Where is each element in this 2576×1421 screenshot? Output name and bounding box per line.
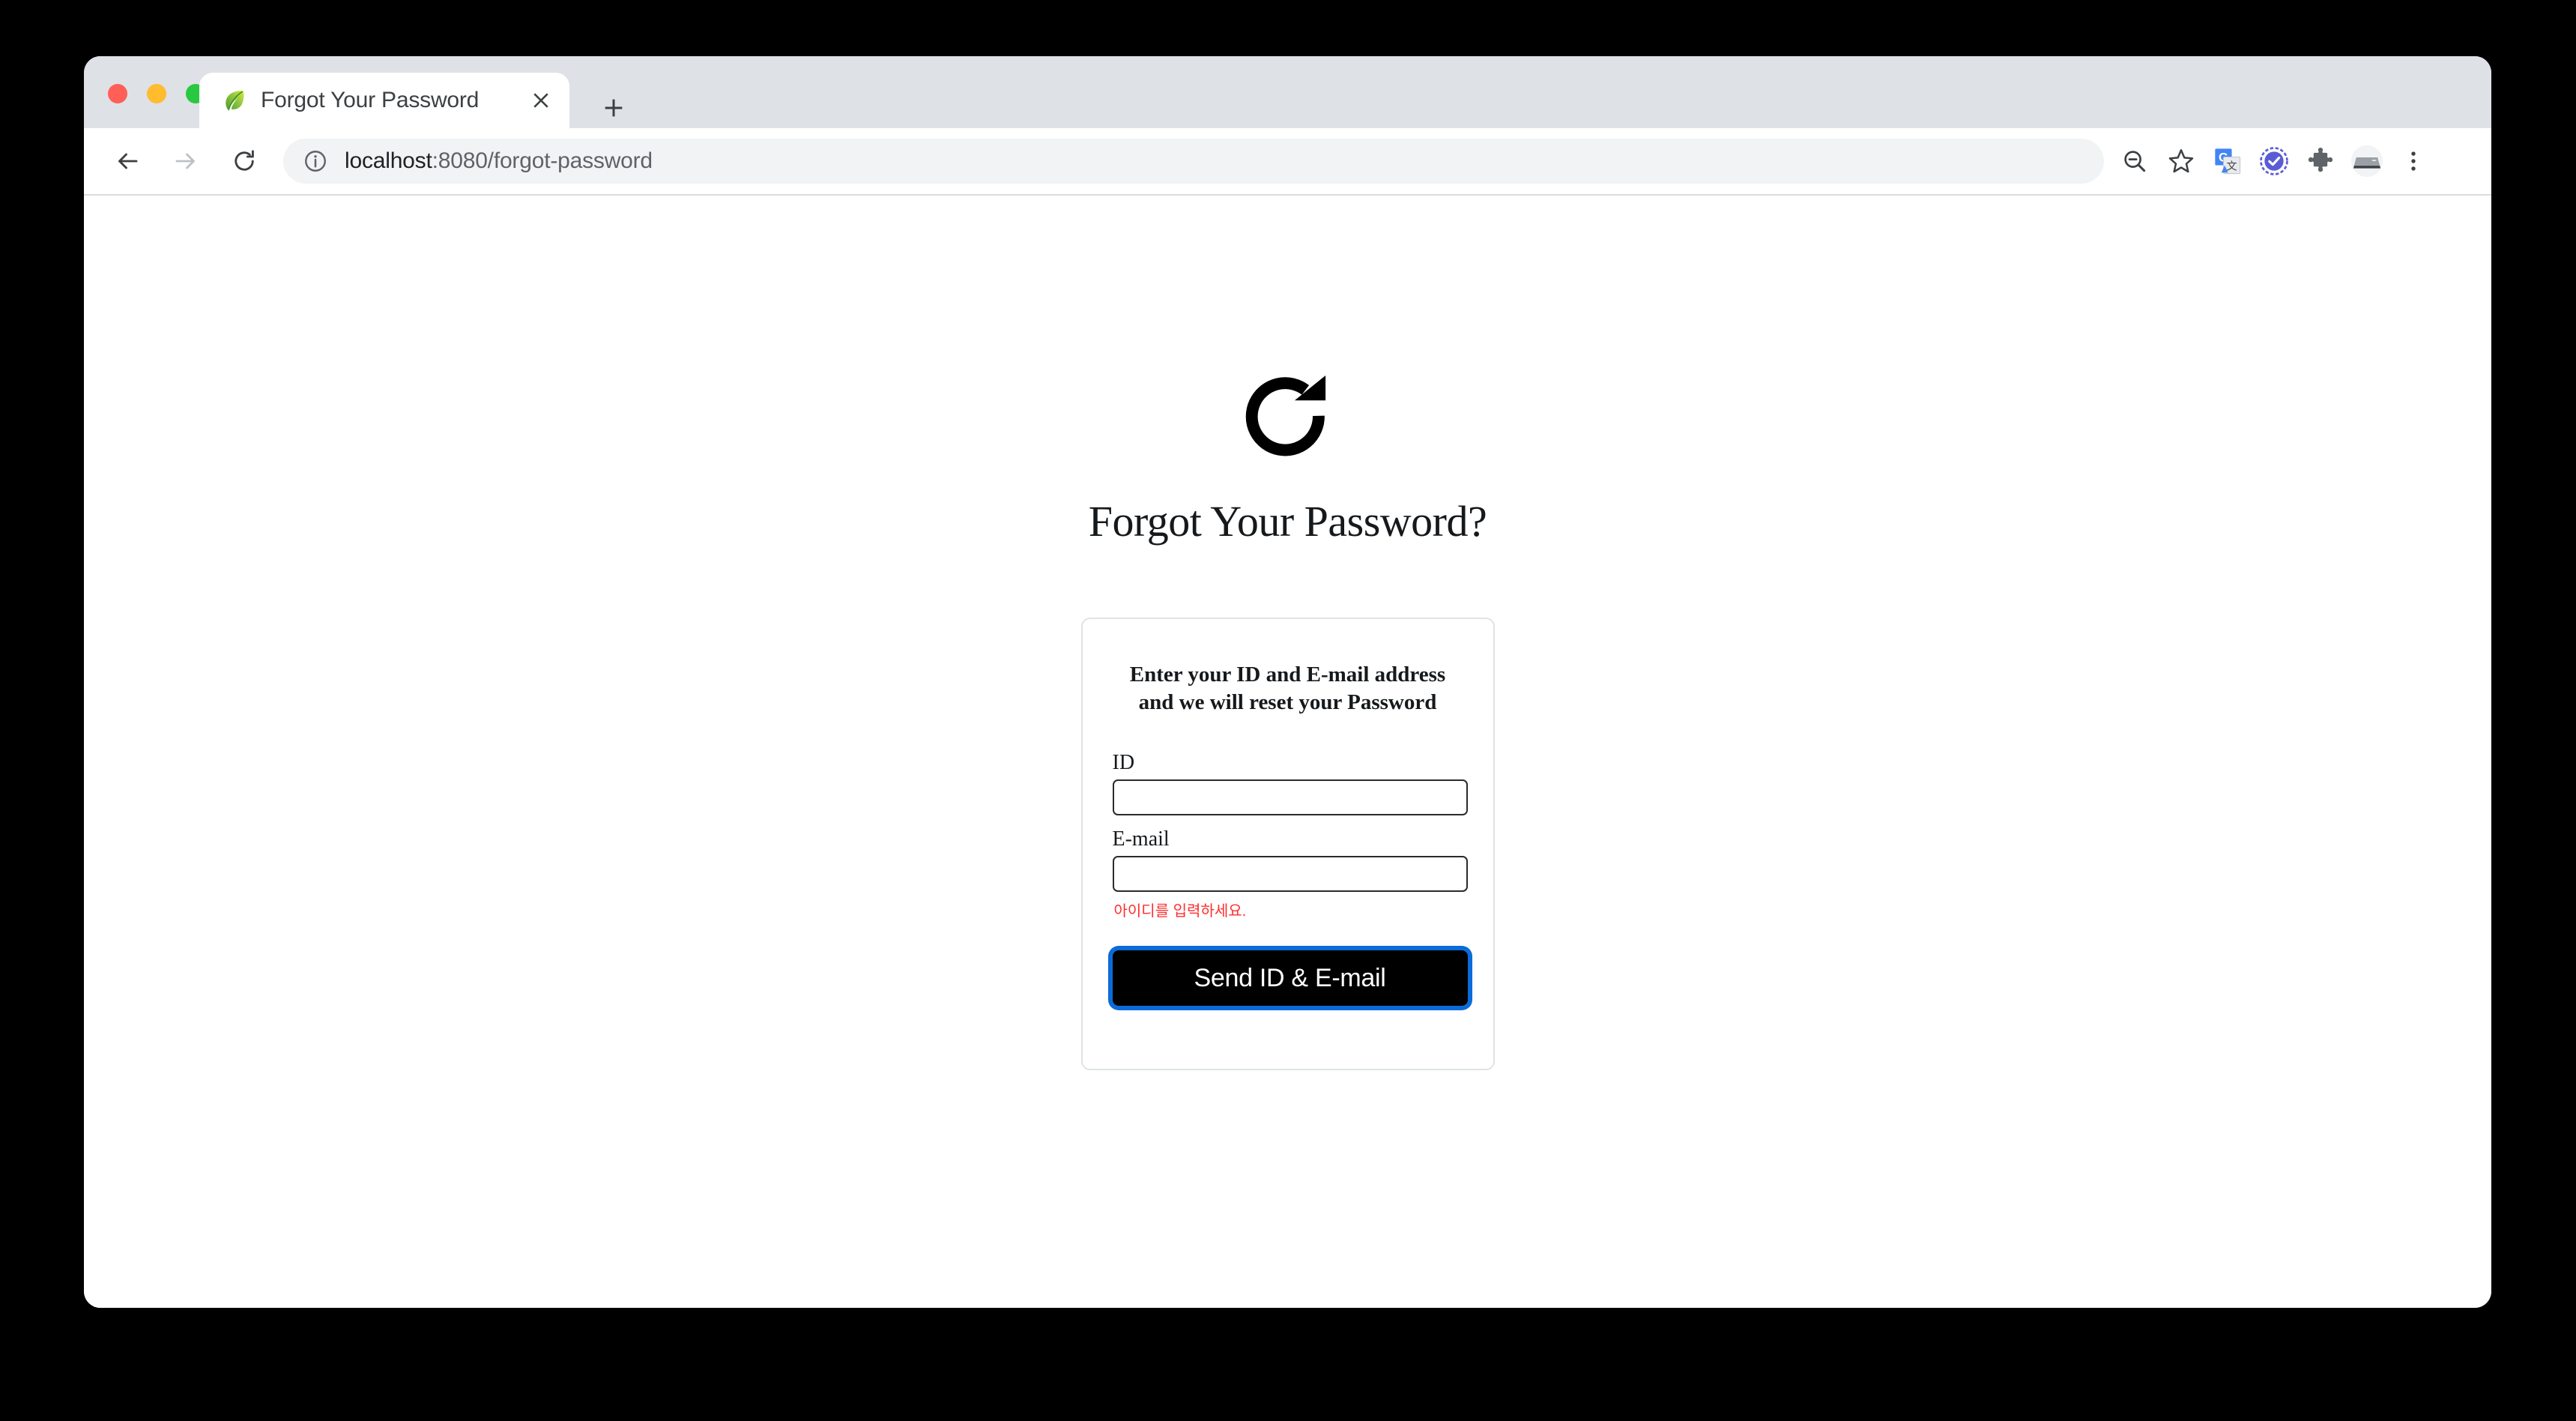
browser-tab-active[interactable]: Forgot Your Password (199, 73, 569, 128)
circular-arrow-icon (1245, 375, 1325, 456)
info-circle-icon[interactable] (303, 148, 328, 174)
send-id-email-button[interactable]: Send ID & E-mail (1112, 950, 1468, 1007)
email-input[interactable] (1112, 856, 1468, 893)
check-circle-icon (2260, 147, 2288, 175)
close-window-button[interactable] (108, 84, 127, 103)
reload-icon (235, 150, 254, 171)
tab-strip: Forgot Your Password (84, 56, 2491, 128)
bookmark-star-icon[interactable] (2158, 138, 2204, 184)
translate-icon: G 文 (2215, 148, 2241, 175)
address-bar[interactable]: localhost:8080/forgot-password (283, 139, 2104, 184)
back-button[interactable] (105, 139, 150, 184)
browser-window: Forgot Your Password localhost:8080/forg… (84, 56, 2491, 1308)
reload-button[interactable] (222, 139, 267, 184)
three-dot-menu-icon[interactable] (2390, 138, 2437, 184)
new-tab-button[interactable] (593, 88, 634, 128)
page-viewport: Forgot Your Password? Enter your ID and … (84, 196, 2491, 1308)
more-vertical-icon (2411, 151, 2416, 171)
card-subtitle-line1: Enter your ID and E-mail address (1129, 662, 1446, 687)
refresh-circular-arrow-icon (1232, 374, 1344, 467)
card-subtitle: Enter your ID and E-mail address and we … (1113, 661, 1463, 716)
forward-button[interactable] (163, 139, 208, 184)
tab-title: Forgot Your Password (261, 88, 480, 112)
star-icon (2168, 149, 2194, 173)
close-icon (533, 93, 548, 108)
spring-leaf-icon (226, 91, 244, 111)
magnifier-minus-icon (2124, 151, 2146, 172)
avatar-icon (2350, 145, 2383, 178)
minimize-window-button[interactable] (147, 84, 166, 103)
id-error-message: 아이디를 입력하세요. (1113, 903, 1247, 920)
toolbar-actions: G 文 (2111, 138, 2437, 184)
email-field-label: E-mail (1112, 827, 1170, 851)
profile-avatar-icon[interactable] (2344, 138, 2390, 184)
page-title: Forgot Your Password? (1088, 497, 1487, 546)
check-circle-extension-icon[interactable] (2251, 138, 2297, 184)
page-content: Forgot Your Password? Enter your ID and … (84, 196, 2491, 1070)
svg-text:文: 文 (2226, 160, 2237, 172)
extensions-icon (2308, 147, 2333, 172)
url-host: localhost (345, 148, 432, 173)
forgot-password-card: Enter your ID and E-mail address and we … (1080, 617, 1495, 1070)
url-path: :8080/forgot-password (432, 148, 653, 173)
browser-toolbar: localhost:8080/forgot-password G (84, 128, 2491, 196)
zoom-out-icon[interactable] (2111, 138, 2158, 184)
arrow-right-icon (175, 153, 195, 169)
plus-icon (605, 99, 623, 117)
google-translate-icon[interactable]: G 文 (2204, 138, 2251, 184)
id-field-label: ID (1112, 751, 1135, 775)
url-text: localhost:8080/forgot-password (345, 148, 653, 174)
id-input[interactable] (1112, 779, 1468, 816)
tab-close-icon[interactable] (521, 81, 560, 120)
arrow-left-icon (118, 153, 138, 169)
puzzle-piece-icon[interactable] (2297, 138, 2344, 184)
card-subtitle-line2: and we will reset your Password (1138, 690, 1437, 714)
window-controls (108, 84, 205, 103)
